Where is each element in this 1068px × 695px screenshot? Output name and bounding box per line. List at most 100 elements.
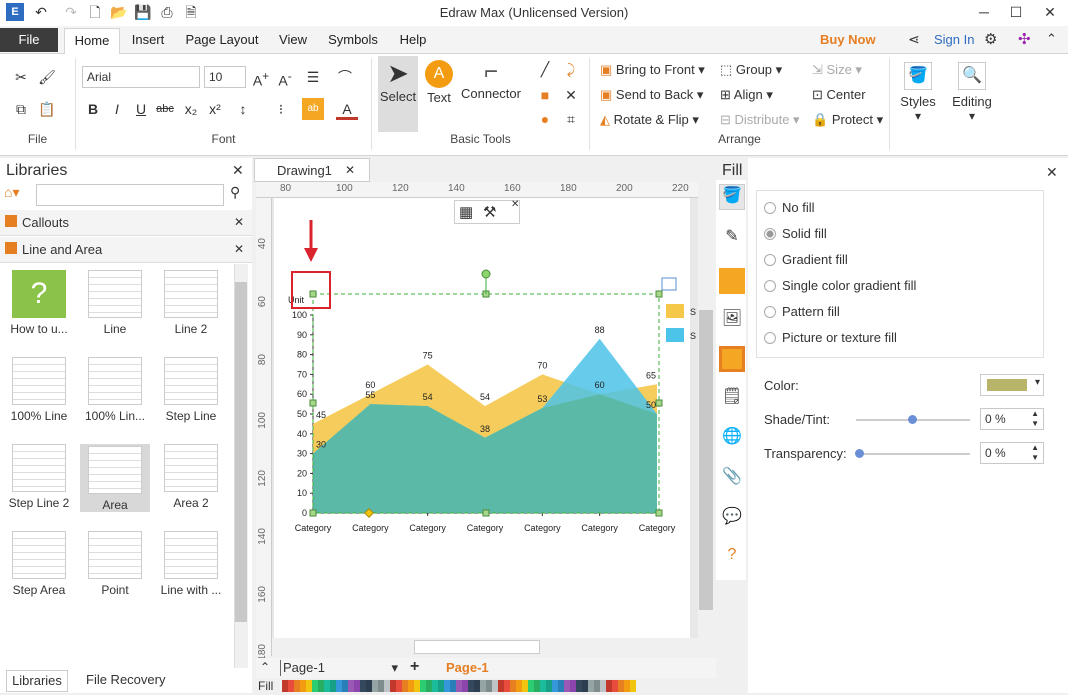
library-item[interactable]: Line 2 <box>156 270 226 336</box>
bold-icon[interactable]: B <box>82 98 104 120</box>
fill-option[interactable]: Pattern fill <box>764 304 840 319</box>
search-icon[interactable]: ⚲ <box>230 184 240 201</box>
align-text-icon[interactable]: ☰ <box>302 66 324 88</box>
align-button[interactable]: ⊞ Align ▾ <box>720 87 773 103</box>
library-item[interactable]: Line with ... <box>156 531 226 597</box>
document-tab-close-icon[interactable]: ✕ <box>345 163 355 177</box>
font-color-icon[interactable]: A <box>336 98 358 120</box>
tab-libraries[interactable]: Libraries <box>6 670 68 692</box>
area-chart[interactable]: 1009080706050403020100Unit45607554706065… <box>272 198 698 638</box>
chart-menu-icon[interactable] <box>661 277 677 291</box>
library-item[interactable]: Point <box>80 531 150 597</box>
italic-icon[interactable]: I <box>106 98 128 120</box>
color-picker[interactable]: ▾ <box>980 374 1044 396</box>
arc-shape-icon[interactable]: ⤸ <box>560 58 582 80</box>
page-nav-icon[interactable]: ⌃ <box>260 660 270 674</box>
styles-button[interactable]: 🪣 Styles ▾ <box>900 58 936 144</box>
close-button[interactable]: ✕ <box>1034 0 1066 26</box>
library-search-input[interactable] <box>36 184 224 206</box>
line-tool-icon[interactable]: ✎ <box>719 226 745 252</box>
cut-icon[interactable]: ✂ <box>10 66 32 88</box>
share-icon[interactable]: ⋖ <box>908 31 920 48</box>
line-spacing-icon[interactable]: ↕ <box>232 98 254 120</box>
shadow-tool-icon[interactable] <box>719 268 745 294</box>
canvas-vscroll-thumb[interactable] <box>699 310 713 610</box>
copy-icon[interactable]: ⧉ <box>10 98 32 120</box>
highlight-icon[interactable]: ab <box>302 98 324 120</box>
new-icon[interactable]: 🗋 <box>86 3 104 21</box>
shade-tint-input[interactable]: 0 % ▲ ▼ <box>980 408 1044 430</box>
image-tool-icon[interactable]: 🖼 <box>719 308 745 334</box>
shrink-font-icon[interactable]: A- <box>274 66 296 89</box>
document-tab[interactable]: Drawing1 ✕ <box>254 158 370 182</box>
redo-icon[interactable]: ↷ <box>62 3 80 21</box>
library-item[interactable]: Area <box>80 444 150 512</box>
tab-symbols[interactable]: Symbols <box>322 28 384 54</box>
ellipse-shape-icon[interactable]: ● <box>534 108 556 130</box>
group-button[interactable]: ⬚ Group ▾ <box>720 62 782 78</box>
selection-handle[interactable] <box>655 290 663 298</box>
select-tool[interactable]: ➤ Select <box>378 56 418 132</box>
distribute-button[interactable]: ⊟ Distribute ▾ <box>720 112 800 128</box>
print-icon[interactable]: ⎙ <box>158 3 176 21</box>
selection-handle[interactable] <box>655 399 663 407</box>
fill-option[interactable]: Solid fill <box>764 226 827 241</box>
rectangle-shape-icon[interactable]: ■ <box>534 84 556 106</box>
text-tool[interactable]: A Text <box>422 58 456 124</box>
settings-gear-icon[interactable]: ⚙ <box>984 30 997 48</box>
library-item[interactable]: ? How to u... <box>4 270 74 336</box>
add-page-icon[interactable]: + <box>410 658 419 676</box>
center-button[interactable]: ⊡ Center <box>812 87 866 103</box>
superscript-icon[interactable]: x² <box>204 98 226 120</box>
page-select[interactable]: Page-1 ▾ <box>280 660 398 676</box>
tab-help[interactable]: Help <box>392 28 434 54</box>
rotate-flip-button[interactable]: ◭ Rotate & Flip ▾ <box>600 112 699 128</box>
library-item[interactable]: Step Line <box>156 357 226 423</box>
protect-button[interactable]: 🔒 Protect ▾ <box>812 112 883 128</box>
fill-tool-icon[interactable]: 🪣 <box>719 184 745 210</box>
buy-now-link[interactable]: Buy Now <box>820 32 876 47</box>
tab-view[interactable]: View <box>272 28 314 54</box>
library-section-callouts[interactable]: Callouts <box>0 210 252 236</box>
format-painter-icon[interactable]: 🖌 <box>36 66 58 88</box>
font-size-select[interactable]: 10 <box>204 66 246 88</box>
save-icon[interactable]: 💾 <box>134 3 152 21</box>
minimize-button[interactable]: ─ <box>968 0 1000 26</box>
export-icon[interactable]: 🗎 <box>182 3 200 21</box>
selection-handle[interactable] <box>309 399 317 407</box>
radio-button[interactable] <box>764 254 776 266</box>
theme-icon[interactable]: ✣ <box>1018 30 1031 48</box>
attachment-icon[interactable]: 📎 <box>719 466 745 492</box>
section-close-icon[interactable]: ✕ <box>234 242 244 256</box>
radio-button[interactable] <box>764 280 776 292</box>
tab-file-recovery[interactable]: File Recovery <box>86 672 165 687</box>
library-home-icon[interactable]: ⌂▾ <box>4 184 19 201</box>
tab-file[interactable]: File <box>0 28 58 52</box>
sign-in-link[interactable]: Sign In <box>934 32 974 47</box>
bring-to-front-button[interactable]: ▣ Bring to Front ▾ <box>600 62 705 78</box>
send-to-back-button[interactable]: ▣ Send to Back ▾ <box>600 87 703 103</box>
connector-tool[interactable]: ⌐ Connector <box>460 58 522 124</box>
library-item[interactable]: Line <box>80 270 150 336</box>
library-item[interactable]: 100% Line <box>4 357 74 423</box>
help-icon[interactable]: ? <box>719 546 745 572</box>
editing-button[interactable]: 🔍 Editing ▾ <box>950 58 994 144</box>
section-close-icon[interactable]: ✕ <box>234 215 244 229</box>
globe-icon[interactable]: 🌐 <box>719 426 745 452</box>
radio-button[interactable] <box>764 228 776 240</box>
libraries-close-icon[interactable]: ✕ <box>232 162 244 179</box>
subscript-icon[interactable]: x₂ <box>180 98 202 120</box>
selection-handle[interactable] <box>655 509 663 517</box>
maximize-button[interactable]: ☐ <box>1000 0 1032 26</box>
layer-tool-icon[interactable] <box>719 346 745 372</box>
radio-button[interactable] <box>764 306 776 318</box>
collapse-ribbon-icon[interactable]: ⌃ <box>1046 31 1057 47</box>
bullets-icon[interactable]: ⁝ <box>270 98 292 120</box>
fill-panel-close-icon[interactable]: ✕ <box>1046 164 1058 181</box>
selection-handle[interactable] <box>309 290 317 298</box>
font-name-select[interactable]: Arial <box>82 66 200 88</box>
transparency-input[interactable]: 0 % ▲ ▼ <box>980 442 1044 464</box>
text-path-icon[interactable]: ⌒ <box>334 66 356 88</box>
shade-tint-handle[interactable] <box>908 415 917 424</box>
library-item[interactable]: Area 2 <box>156 444 226 510</box>
